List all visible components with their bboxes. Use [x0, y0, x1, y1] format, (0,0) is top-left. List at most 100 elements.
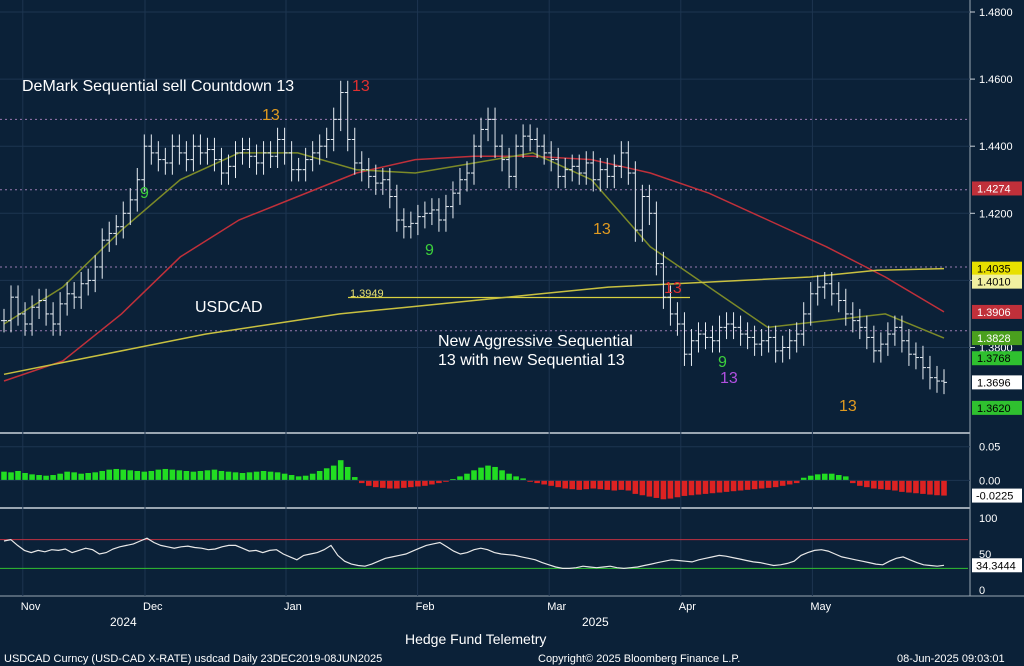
price-tag-label: 1.3828	[977, 333, 1011, 345]
macd-bar	[218, 470, 225, 481]
price-tag-label: 1.4035	[977, 264, 1011, 276]
macd-bar	[169, 469, 176, 481]
countdown-13-marker: 13	[593, 221, 611, 238]
macd-bar	[695, 480, 702, 495]
month-label: Dec	[143, 601, 163, 613]
macd-bar	[730, 480, 737, 492]
setup-9-marker: 9	[140, 185, 149, 202]
month-label: Apr	[679, 601, 696, 613]
macd-bar	[632, 480, 639, 494]
setup-9-marker: 9	[718, 354, 727, 371]
macd-bar	[576, 480, 583, 490]
macd-bar	[625, 480, 632, 491]
macd-bar	[302, 475, 309, 481]
macd-bar	[772, 480, 779, 488]
macd-bar	[239, 473, 246, 481]
macd-bar	[618, 480, 625, 490]
countdown-13-marker: 13	[720, 370, 738, 387]
month-label: Mar	[547, 601, 566, 613]
macd-bar	[120, 469, 127, 481]
price-tag-label: 1.4010	[977, 277, 1011, 289]
macd-bar	[267, 471, 274, 481]
price-tag-label: 1.3906	[977, 307, 1011, 319]
macd-bar	[190, 471, 197, 481]
y-axis-area	[970, 0, 1024, 596]
macd-bar	[78, 473, 84, 481]
macd-bar	[85, 473, 91, 481]
macd-bar	[127, 470, 134, 481]
footer-timestamp: 08-Jun-2025 09:03:01	[897, 653, 1005, 665]
macd-bar	[50, 475, 56, 481]
macd-bar	[934, 480, 940, 496]
macd-bar	[906, 480, 912, 493]
countdown-13-marker: 13	[262, 107, 280, 124]
annotation-symbol: USDCAD	[195, 299, 263, 316]
macd-bar	[99, 470, 105, 481]
macd-bar	[141, 471, 148, 481]
macd-tick-label: 0.05	[979, 442, 1000, 454]
macd-bar	[899, 480, 905, 492]
macd-bar	[408, 480, 414, 488]
macd-bar	[373, 480, 379, 488]
macd-bar	[667, 480, 674, 499]
macd-bar	[590, 480, 597, 489]
macd-bar	[295, 476, 302, 481]
macd-bar	[422, 480, 428, 486]
macd-bar	[709, 480, 716, 494]
macd-bar	[674, 480, 681, 498]
macd-bar	[927, 480, 933, 495]
setup-9-marker: 9	[425, 242, 434, 259]
macd-bar	[913, 480, 919, 494]
footer-security: USDCAD Curncy (USD-CAD X-RATE) usdcad Da…	[4, 653, 382, 665]
macd-bar	[835, 475, 842, 481]
macd-bar	[597, 480, 604, 490]
macd-bar	[737, 480, 744, 491]
macd-bar	[555, 480, 561, 488]
macd-bar	[681, 480, 688, 496]
macd-bar	[941, 480, 947, 496]
month-label: Jan	[284, 601, 302, 613]
macd-bar	[457, 476, 463, 481]
macd-tick-label: 0.00	[979, 475, 1000, 487]
macd-bar	[611, 480, 618, 491]
macd-bar	[723, 480, 730, 492]
macd-bar	[569, 480, 575, 490]
macd-bar	[660, 480, 667, 500]
macd-bar	[387, 480, 393, 489]
macd-bar	[29, 474, 35, 481]
macd-bar	[513, 476, 519, 481]
macd-bar	[15, 470, 21, 481]
macd-bar	[857, 480, 863, 486]
macd-bar	[765, 480, 772, 488]
macd-bar	[155, 469, 162, 481]
macd-bar	[1, 471, 7, 481]
macd-bar	[197, 470, 204, 481]
macd-bar	[548, 480, 554, 486]
macd-bar	[604, 480, 611, 490]
price-tag-label: 1.3696	[977, 377, 1011, 389]
macd-bar	[43, 475, 49, 481]
rsi-last-label: 34.3444	[976, 560, 1016, 572]
price-tick-label: 1.4800	[979, 7, 1013, 19]
footer-copyright: Copyright© 2025 Bloomberg Finance L.P.	[538, 653, 740, 665]
footer-credit: Hedge Fund Telemetry	[405, 631, 546, 647]
month-label: Feb	[416, 601, 435, 613]
macd-bar	[828, 473, 835, 481]
macd-bar	[309, 473, 316, 481]
macd-bar	[134, 470, 141, 481]
macd-bar	[471, 470, 477, 481]
countdown-13-marker: 13	[352, 78, 370, 95]
macd-bar	[744, 480, 751, 490]
macd-bar	[8, 472, 14, 481]
annotation-aggressive-2: 13 with new Sequential 13	[438, 352, 625, 369]
macd-bar	[814, 474, 821, 481]
price-tag-label: 1.4274	[977, 183, 1011, 195]
macd-bar	[506, 473, 512, 481]
countdown-13-marker: 13	[839, 398, 857, 415]
macd-bar	[688, 480, 695, 496]
macd-bar	[821, 473, 828, 481]
rsi-tick-label: 0	[979, 585, 985, 597]
level-label-13949: 1.3949	[350, 288, 384, 300]
macd-bar	[920, 480, 926, 494]
macd-bar	[394, 480, 400, 489]
